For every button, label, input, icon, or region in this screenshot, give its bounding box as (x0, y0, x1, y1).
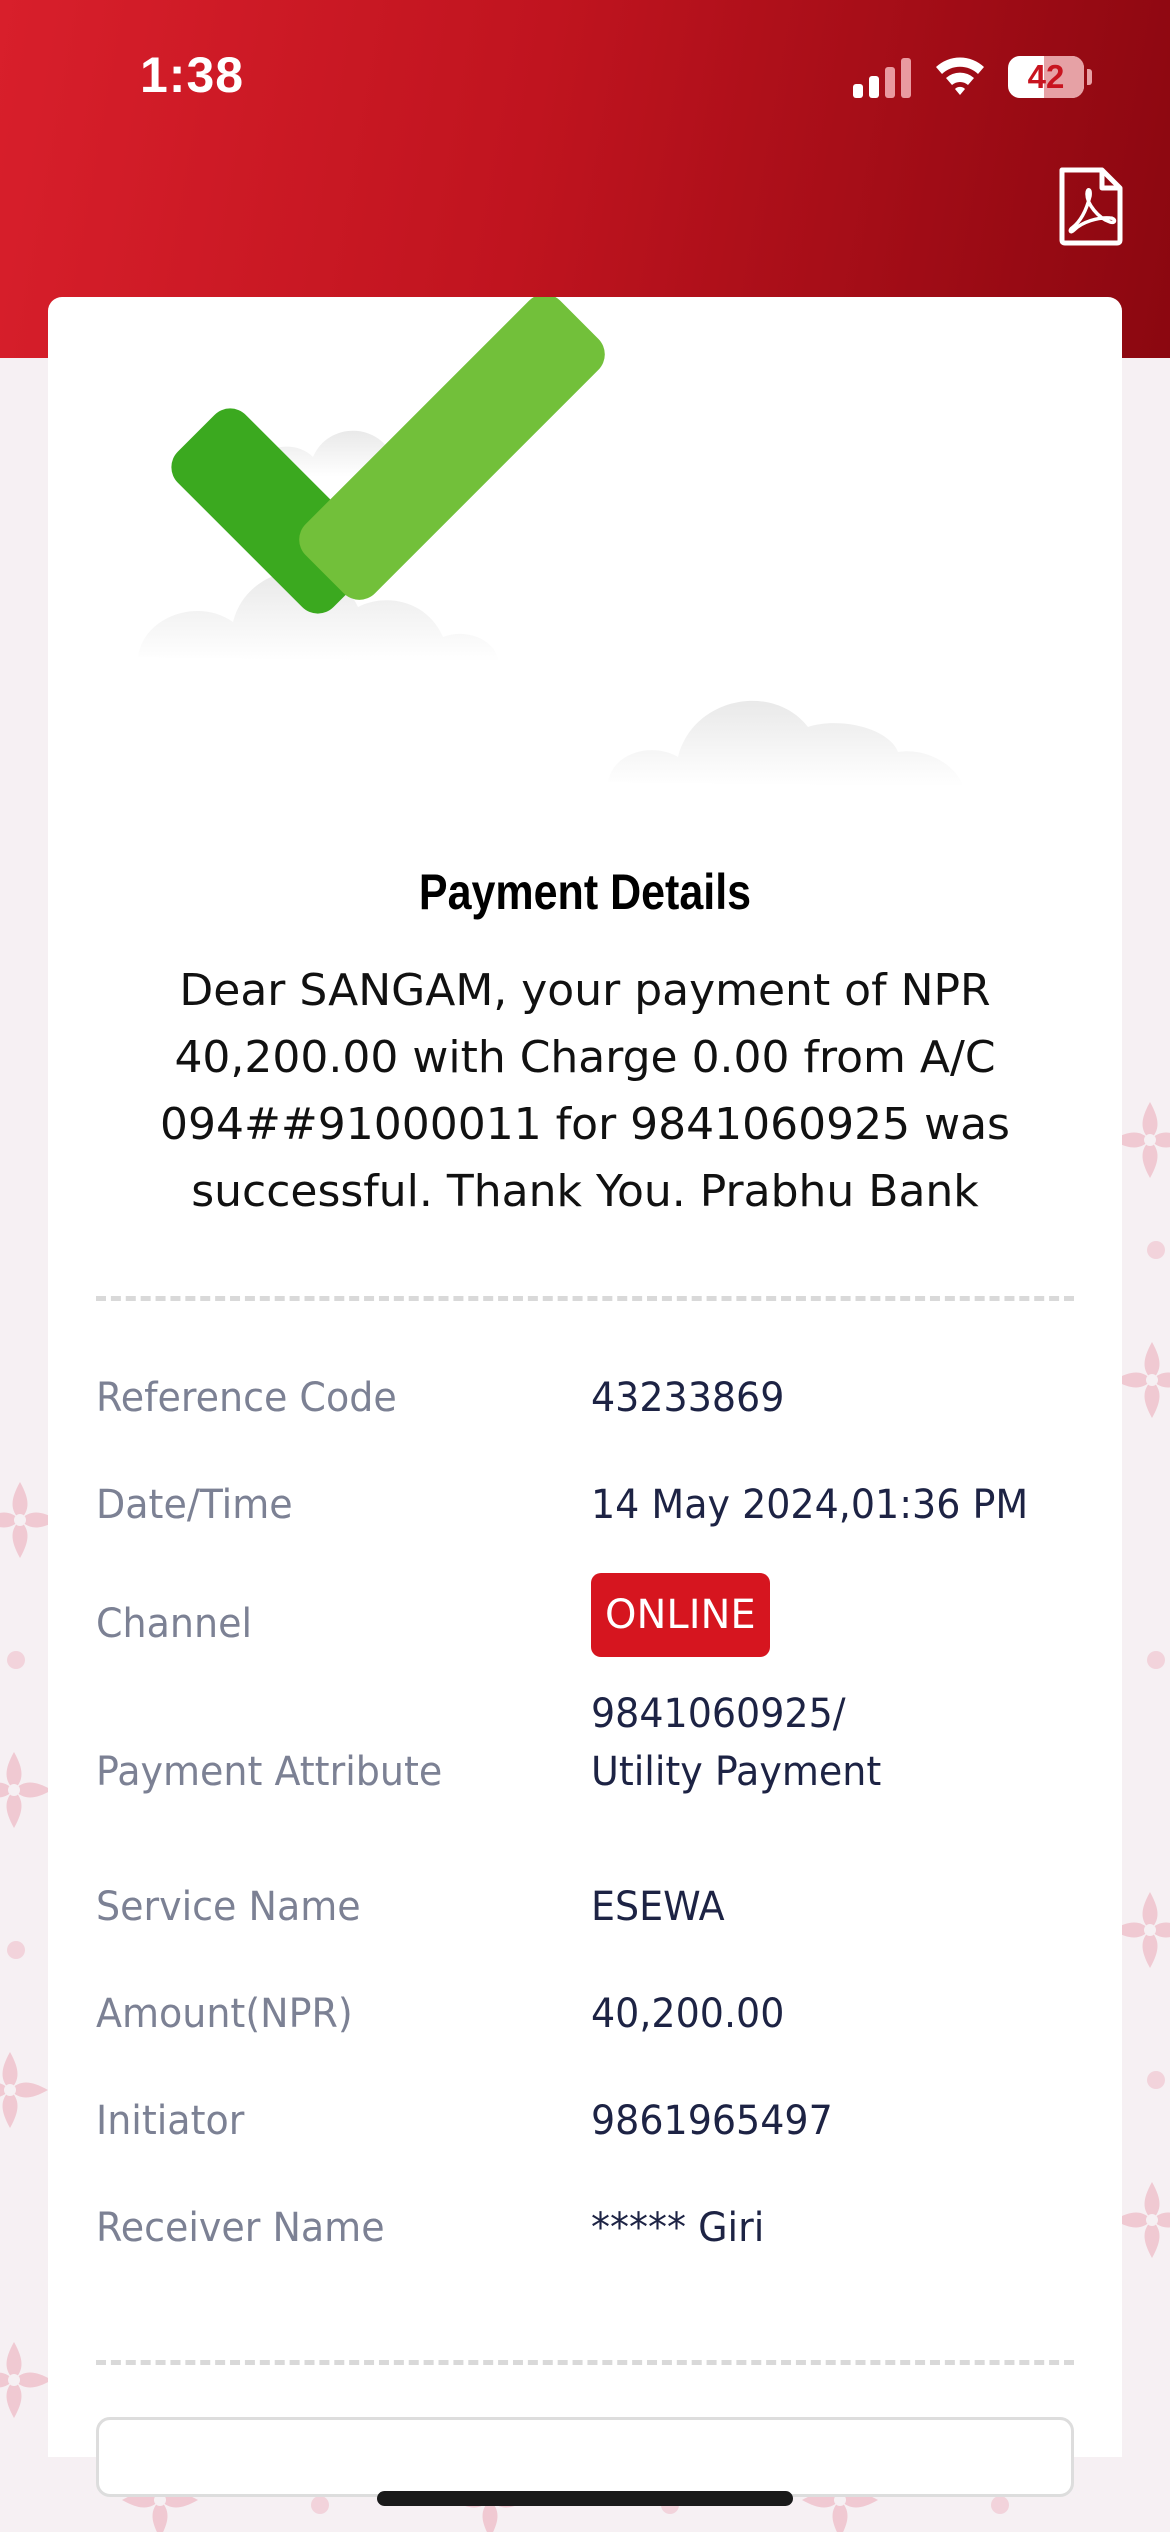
detail-label: Channel (96, 1601, 253, 1647)
wifi-icon (936, 57, 984, 95)
checkmark-icon (171, 297, 605, 614)
battery-level: 42 (1027, 58, 1065, 95)
detail-value: 9861965497 (591, 2098, 833, 2144)
detail-label: Reference Code (96, 1375, 397, 1421)
detail-value-line1: 9841060925/ (591, 1691, 846, 1737)
battery-icon: 42 (1008, 56, 1084, 98)
detail-label: Receiver Name (96, 2205, 385, 2251)
detail-label: Payment Attribute (96, 1749, 443, 1795)
cellular-signal-icon (853, 58, 911, 98)
divider-bottom (96, 2360, 1074, 2365)
detail-value: 14 May 2024,01:36 PM (591, 1482, 1029, 1528)
status-time: 1:38 (140, 47, 245, 103)
detail-value: 40,200.00 (591, 1991, 785, 2037)
status-badge: ONLINE (591, 1573, 770, 1657)
payment-card: Payment Details Dear SANGAM, your paymen… (48, 297, 1122, 2497)
detail-value: ***** Giri (591, 2205, 765, 2251)
home-indicator[interactable] (377, 2491, 793, 2506)
next-section-card[interactable] (96, 2417, 1074, 2497)
detail-label: Service Name (96, 1884, 361, 1930)
detail-label: Amount(NPR) (96, 1991, 353, 2037)
payment-message: Dear SANGAM, your payment of NPR 40,200.… (160, 965, 1010, 1217)
detail-label: Date/Time (96, 1482, 293, 1528)
detail-value: ESEWA (591, 1884, 725, 1930)
success-illustration (138, 297, 963, 787)
divider-top (96, 1296, 1074, 1301)
battery-cap (1087, 69, 1092, 85)
detail-value-line2: Utility Payment (591, 1749, 882, 1795)
pdf-icon[interactable] (1056, 166, 1126, 246)
detail-value: 43233869 (591, 1375, 785, 1421)
page-title: Payment Details (418, 864, 752, 920)
detail-label: Initiator (96, 2098, 245, 2144)
